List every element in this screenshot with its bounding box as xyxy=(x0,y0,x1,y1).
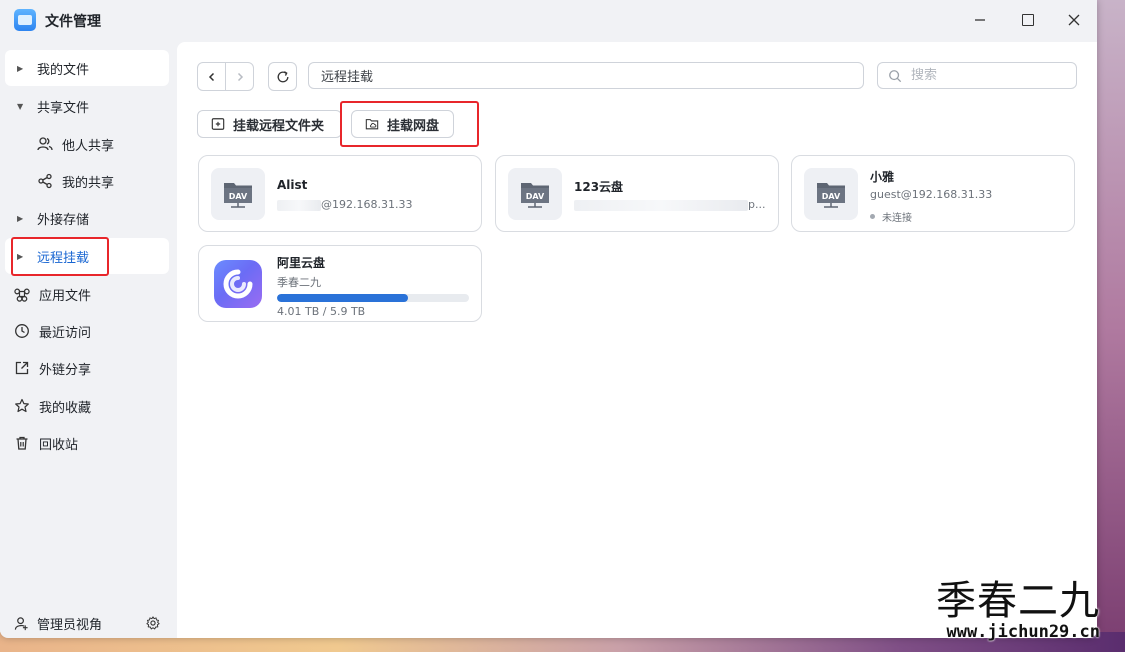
aliyun-drive-logo xyxy=(211,258,265,310)
sidebar-item-shared-with-me[interactable]: 他人共享 xyxy=(5,126,169,162)
desktop-wallpaper-right xyxy=(1093,0,1125,652)
storage-capacity: 4.01 TB / 5.9 TB xyxy=(277,305,366,318)
command-icon xyxy=(13,285,31,303)
folder-plus-icon xyxy=(211,117,225,131)
sidebar-item-label: 应用文件 xyxy=(39,288,92,304)
status-text: 未连接 xyxy=(882,213,912,224)
refresh-icon xyxy=(277,70,288,82)
gear-icon[interactable] xyxy=(146,616,160,630)
sidebar-item-my-files[interactable]: ▶ 我的文件 xyxy=(5,50,169,86)
folder-cloud-icon xyxy=(365,117,379,131)
status-dot xyxy=(870,214,875,219)
caret-right-icon: ▶ xyxy=(17,213,24,223)
close-button[interactable] xyxy=(1062,8,1086,32)
watermark-text: 季春二九 xyxy=(936,578,1100,624)
mount-address: @192.168.31.33 xyxy=(277,198,412,211)
minimize-button[interactable] xyxy=(968,8,992,32)
sidebar-item-label: 他人共享 xyxy=(62,138,115,154)
mount-card-123pan[interactable]: DAV 123云盘 p... xyxy=(495,155,779,232)
sidebar-item-label: 我的文件 xyxy=(37,62,90,78)
maximize-icon xyxy=(1022,14,1034,26)
mount-address: guest@192.168.31.33 xyxy=(870,188,993,201)
sidebar-item-label: 共享文件 xyxy=(37,100,90,116)
connection-status: 未连接 xyxy=(870,209,912,224)
app-title: 文件管理 xyxy=(45,14,101,30)
svg-text:DAV: DAV xyxy=(822,192,841,201)
admin-view-footer[interactable]: 管理员视角 xyxy=(0,605,176,638)
path-text: 远程挂载 xyxy=(321,70,374,85)
main-panel: 远程挂载 挂载远程文件夹 挂载网盘 DAV Alist @192.168.31.… xyxy=(177,42,1097,638)
trash-icon xyxy=(13,434,31,452)
mount-card-xiaoya[interactable]: DAV 小雅 guest@192.168.31.33 未连接 xyxy=(791,155,1075,232)
sidebar-item-external-storage[interactable]: ▶ 外接存储 xyxy=(5,200,169,236)
sidebar-item-recycle-bin[interactable]: 回收站 xyxy=(5,425,169,461)
chevron-left-icon xyxy=(208,72,214,81)
sidebar-item-label: 远程挂载 xyxy=(37,250,90,266)
users-icon xyxy=(36,135,54,153)
mount-remote-folder-button[interactable]: 挂载远程文件夹 xyxy=(197,110,342,138)
mount-name: 小雅 xyxy=(870,170,895,184)
mount-name: 123云盘 xyxy=(574,180,624,194)
storage-progress-fill xyxy=(277,294,408,302)
dav-icon: DAV xyxy=(804,168,858,220)
admin-view-label: 管理员视角 xyxy=(37,617,103,633)
app-folder-icon xyxy=(14,9,36,31)
mount-address: p... xyxy=(574,198,765,211)
mount-name: Alist xyxy=(277,178,308,192)
user-icon xyxy=(13,615,29,631)
close-icon xyxy=(1068,14,1080,26)
mount-remote-folder-label: 挂载远程文件夹 xyxy=(233,118,325,134)
search-box[interactable] xyxy=(877,62,1077,89)
external-link-icon xyxy=(13,359,31,377)
sidebar-item-label: 最近访问 xyxy=(39,325,92,341)
title-bar: 文件管理 xyxy=(0,0,1097,40)
dav-icon: DAV xyxy=(211,168,265,220)
chevron-right-icon xyxy=(237,72,243,81)
svg-text:DAV: DAV xyxy=(229,192,248,201)
svg-text:DAV: DAV xyxy=(526,192,545,201)
storage-progress-bar xyxy=(277,294,469,302)
caret-down-icon: ▼ xyxy=(17,101,24,111)
search-input[interactable] xyxy=(909,67,1063,84)
mount-cloud-drive-button[interactable]: 挂载网盘 xyxy=(351,110,454,138)
sidebar: ▶ 我的文件 ▼ 共享文件 他人共享 我的共享 ▶ 外接存储 ▶ 远程挂载 应用… xyxy=(0,44,176,638)
sidebar-item-favorites[interactable]: 我的收藏 xyxy=(5,388,169,424)
watermark: 季春二九 www.jichun29.cn xyxy=(936,578,1100,642)
sidebar-item-label: 回收站 xyxy=(39,437,79,453)
sidebar-item-my-shares[interactable]: 我的共享 xyxy=(5,163,169,199)
maximize-button[interactable] xyxy=(1016,8,1040,32)
mount-account: 季春二九 xyxy=(277,276,321,289)
sidebar-item-label: 我的收藏 xyxy=(39,400,92,416)
mount-card-aliyun[interactable]: 阿里云盘 季春二九 4.01 TB / 5.9 TB xyxy=(198,245,482,322)
refresh-button[interactable] xyxy=(268,62,297,91)
sidebar-item-recent[interactable]: 最近访问 xyxy=(5,313,169,349)
dav-icon: DAV xyxy=(508,168,562,220)
caret-right-icon: ▶ xyxy=(17,251,24,261)
mount-card-alist[interactable]: DAV Alist @192.168.31.33 xyxy=(198,155,482,232)
history-nav xyxy=(197,62,254,91)
share-icon xyxy=(36,172,54,190)
sidebar-item-label: 外接存储 xyxy=(37,212,90,228)
mount-name: 阿里云盘 xyxy=(277,256,326,270)
search-icon xyxy=(889,69,902,82)
star-icon xyxy=(13,397,31,415)
forward-button[interactable] xyxy=(225,63,253,90)
sidebar-item-app-files[interactable]: 应用文件 xyxy=(5,276,169,312)
minimize-icon xyxy=(975,19,985,21)
back-button[interactable] xyxy=(198,63,225,90)
clock-icon xyxy=(13,322,31,340)
file-manager-window: 文件管理 ▶ 我的文件 ▼ 共享文件 他人共享 我的共享 ▶ 外接存储 ▶ 远程… xyxy=(0,0,1097,638)
caret-right-icon: ▶ xyxy=(17,63,24,73)
sidebar-item-label: 我的共享 xyxy=(62,175,115,191)
path-bar[interactable]: 远程挂载 xyxy=(308,62,864,89)
mount-cloud-drive-label: 挂载网盘 xyxy=(387,118,440,134)
sidebar-item-remote-mount[interactable]: ▶ 远程挂载 xyxy=(5,238,169,274)
sidebar-item-shared-files[interactable]: ▼ 共享文件 xyxy=(5,88,169,124)
sidebar-item-label: 外链分享 xyxy=(39,362,92,378)
sidebar-item-link-share[interactable]: 外链分享 xyxy=(5,350,169,386)
watermark-url: www.jichun29.cn xyxy=(946,622,1100,642)
